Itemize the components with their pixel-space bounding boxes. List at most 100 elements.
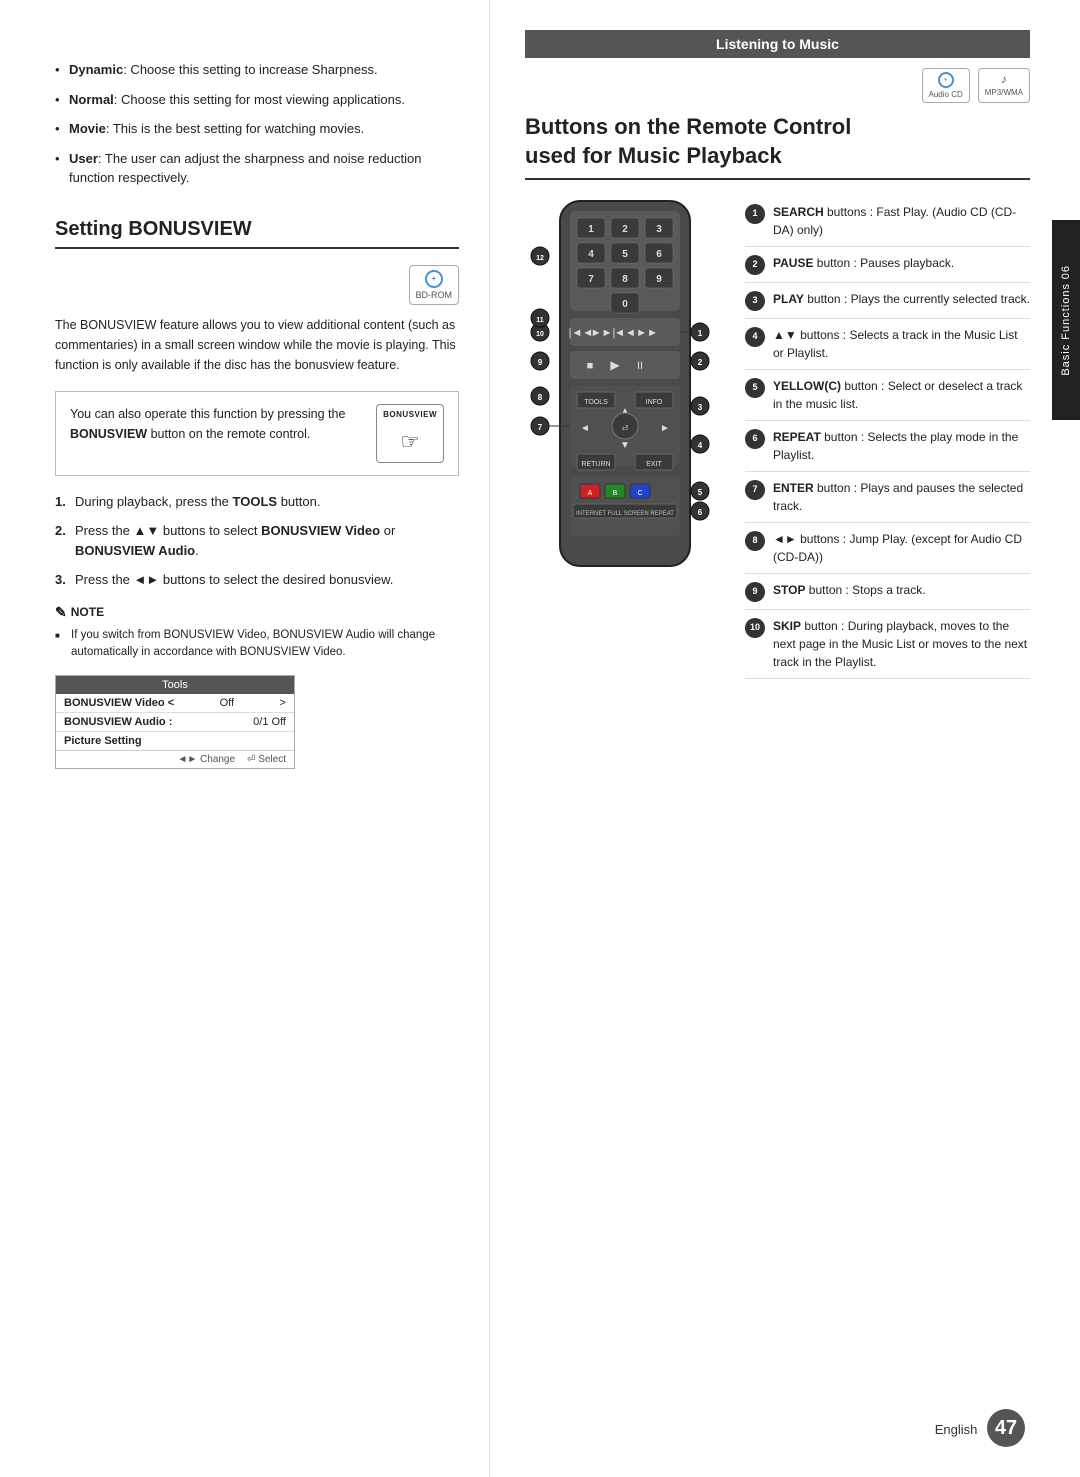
bonusview-box-text: You can also operate this function by pr…: [70, 404, 364, 444]
step-1: 1. During playback, press the TOOLS butt…: [55, 492, 459, 512]
normal-text: : Choose this setting for most viewing a…: [114, 92, 405, 107]
step-2-text3: .: [195, 543, 199, 558]
svg-text:INTERNET FULL SCREEN REPEAT: INTERNET FULL SCREEN REPEAT: [576, 511, 674, 517]
svg-text:8: 8: [622, 274, 628, 285]
svg-text:◄◄: ◄◄: [614, 327, 636, 339]
tools-row-1-label: BONUSVIEW Video <: [64, 697, 174, 709]
tools-row-2-label: BONUSVIEW Audio :: [64, 716, 172, 728]
tools-table: Tools BONUSVIEW Video < Off > BONUSVIEW …: [55, 675, 295, 769]
svg-text:|◄◄: |◄◄: [569, 327, 594, 339]
svg-text:6: 6: [656, 249, 662, 260]
svg-text:▼: ▼: [620, 440, 630, 451]
desc-num-1: 1: [745, 204, 765, 224]
svg-text:⏎: ⏎: [622, 424, 629, 433]
note-label: NOTE: [71, 605, 104, 619]
mp3-wma-badge: ♪ MP3/WMA: [978, 68, 1030, 103]
desc-item-10: 10 SKIP button : During playback, moves …: [745, 610, 1030, 679]
svg-text:6: 6: [698, 508, 703, 517]
svg-text:12: 12: [536, 255, 544, 262]
svg-text:►►|: ►►|: [591, 327, 616, 339]
desc-text-1: SEARCH buttons : Fast Play. (Audio CD (C…: [773, 203, 1030, 239]
svg-text:B: B: [613, 490, 618, 497]
finger-icon: ☞: [400, 425, 420, 458]
desc-num-5: 5: [745, 378, 765, 398]
normal-label: Normal: [69, 92, 114, 107]
step-3-text: Press the ◄► buttons to select the desir…: [75, 572, 393, 587]
svg-text:7: 7: [588, 274, 594, 285]
page-lang: English: [935, 1422, 978, 1437]
step-1-text2: button.: [277, 494, 320, 509]
bd-rom-badge: + BD-ROM: [409, 265, 460, 305]
svg-text:◄: ◄: [580, 423, 590, 434]
desc-num-7: 7: [745, 480, 765, 500]
desc-num-4: 4: [745, 327, 765, 347]
left-column: Dynamic: Choose this setting to increase…: [0, 0, 490, 1477]
audio-cd-icon: +: [938, 72, 954, 88]
user-text: : The user can adjust the sharpness and …: [69, 151, 421, 186]
desc-num-8: 8: [745, 531, 765, 551]
note-icon: ✎: [55, 604, 67, 621]
tools-row-3-label: Picture Setting: [64, 735, 142, 747]
svg-text:7: 7: [538, 423, 543, 432]
bullet-user: User: The user can adjust the sharpness …: [55, 149, 459, 188]
desc-num-2: 2: [745, 255, 765, 275]
step-1-bold: TOOLS: [233, 494, 278, 509]
mp3-icon: ♪: [1001, 72, 1007, 86]
audio-cd-label: Audio CD: [929, 90, 963, 99]
bonusview-button: BONUSVIEW ☞: [376, 404, 444, 463]
tools-row-2-value: 0/1 Off: [253, 716, 286, 728]
desc-text-2: PAUSE button : Pauses playback.: [773, 254, 1030, 272]
bonusview-box-text2: button on the remote control.: [147, 427, 310, 441]
bd-rom-label: BD-ROM: [416, 290, 453, 300]
svg-text:RETURN: RETURN: [581, 461, 610, 468]
svg-text:TOOLS: TOOLS: [584, 399, 608, 406]
svg-text:10: 10: [536, 331, 544, 338]
desc-text-9: STOP button : Stops a track.: [773, 581, 1030, 599]
remote-area: 1 2 3 4 5 6 7 8 9: [525, 196, 1030, 679]
desc-item-2: 2 PAUSE button : Pauses playback.: [745, 247, 1030, 283]
step-1-text: During playback, press the: [75, 494, 233, 509]
svg-text:11: 11: [536, 317, 544, 324]
audio-cd-badge: + Audio CD: [922, 68, 970, 103]
svg-text:5: 5: [698, 488, 703, 497]
bullet-list: Dynamic: Choose this setting to increase…: [55, 60, 459, 188]
svg-text:2: 2: [698, 358, 703, 367]
mp3-wma-label: MP3/WMA: [985, 88, 1023, 97]
svg-text:C: C: [637, 490, 642, 497]
svg-text:EXIT: EXIT: [646, 461, 662, 468]
title-line2: used for Music Playback: [525, 143, 782, 168]
desc-text-4: ▲▼ buttons : Selects a track in the Musi…: [773, 326, 1030, 362]
bonusview-description: The BONUSVIEW feature allows you to view…: [55, 315, 459, 375]
tools-footer: ◄► Change ⏎ Select: [56, 750, 294, 768]
bullet-movie: Movie: This is the best setting for watc…: [55, 119, 459, 139]
note-section: ✎ NOTE If you switch from BONUSVIEW Vide…: [55, 604, 459, 662]
step-2-text2: or: [380, 523, 395, 538]
desc-num-3: 3: [745, 291, 765, 311]
right-column: Listening to Music + Audio CD ♪ MP3/WMA …: [490, 0, 1080, 1477]
svg-text:▶: ▶: [610, 358, 620, 372]
svg-text:►: ►: [660, 423, 670, 434]
svg-text:0: 0: [622, 299, 628, 310]
tools-row-2: BONUSVIEW Audio : 0/1 Off: [56, 713, 294, 732]
svg-text:8: 8: [538, 393, 543, 402]
page-num-box: 47: [987, 1409, 1025, 1447]
svg-text:9: 9: [538, 358, 543, 367]
page-number: English 47: [935, 1409, 1025, 1447]
descriptions-list: 1 SEARCH buttons : Fast Play. (Audio CD …: [745, 196, 1030, 679]
svg-text:5: 5: [622, 249, 628, 260]
svg-text:2: 2: [622, 224, 628, 235]
bd-rom-circle: +: [425, 270, 443, 288]
svg-text:II: II: [637, 360, 643, 372]
setting-bonusview-title: Setting BONUSVIEW: [55, 218, 459, 249]
svg-text:3: 3: [656, 224, 662, 235]
tools-footer-change: ◄► Change: [177, 754, 235, 765]
desc-item-9: 9 STOP button : Stops a track.: [745, 574, 1030, 610]
title-line1: Buttons on the Remote Control: [525, 114, 851, 139]
note-title: ✎ NOTE: [55, 604, 459, 621]
desc-item-5: 5 YELLOW(C) button : Select or deselect …: [745, 370, 1030, 421]
step-3: 3. Press the ◄► buttons to select the de…: [55, 570, 459, 590]
bonusview-box: You can also operate this function by pr…: [55, 391, 459, 476]
bonusview-btn-label: BONUSVIEW: [383, 409, 437, 421]
sidebar-num: 06: [1060, 265, 1072, 279]
step-1-num: 1.: [55, 492, 66, 512]
